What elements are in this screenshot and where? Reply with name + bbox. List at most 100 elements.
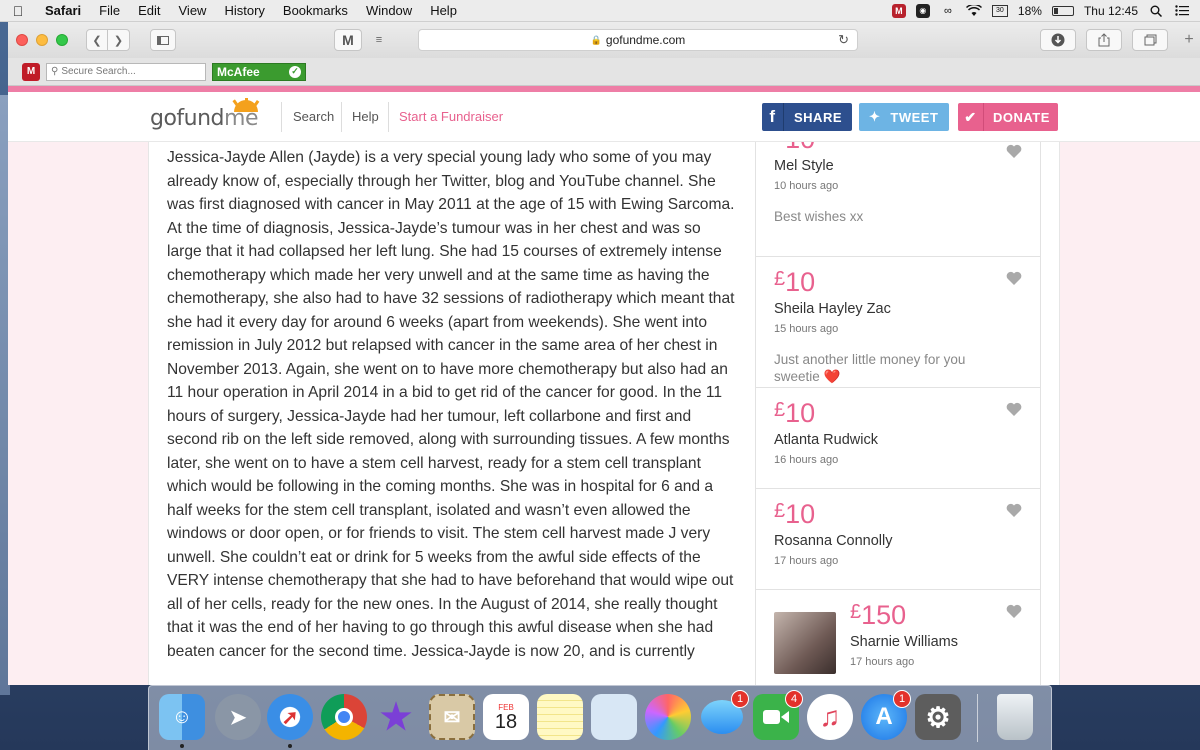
lock-icon: 🔒 bbox=[590, 34, 602, 45]
app-store-badge: 1 bbox=[893, 690, 911, 708]
sidebar-icon bbox=[157, 35, 169, 45]
menu-app-safari[interactable]: Safari bbox=[36, 3, 90, 18]
donor-name: Sheila Hayley Zac bbox=[774, 301, 891, 317]
dock: ☺ ➤ ➚ ★ ✉ FEB 18 1 4 ♫ A 1 ⚙ bbox=[148, 685, 1052, 750]
mcafee-shield-icon[interactable]: M bbox=[22, 62, 40, 81]
heart-icon[interactable] bbox=[1006, 402, 1022, 416]
nav-divider bbox=[281, 102, 282, 132]
battery-icon[interactable] bbox=[1051, 5, 1074, 16]
fullscreen-window-button[interactable] bbox=[56, 34, 68, 46]
share-button[interactable] bbox=[1086, 29, 1122, 51]
browser-toolbar: ❮ ❯ M ≡ 🔒 gofundme.com ↻ + bbox=[8, 22, 1200, 58]
mcafee-menu-icon[interactable]: M bbox=[891, 3, 906, 18]
chrome-icon[interactable] bbox=[321, 694, 367, 740]
reader-icon[interactable]: ≡ bbox=[368, 29, 390, 51]
tabs-overview-button[interactable] bbox=[1132, 29, 1168, 51]
donation-amount: £10 bbox=[774, 398, 816, 428]
dock-separator bbox=[977, 694, 978, 742]
donation-item: £10 Rosanna Connolly 17 hours ago bbox=[756, 489, 1040, 590]
toolbar-right: + bbox=[1040, 29, 1200, 51]
imovie-icon[interactable]: ★ bbox=[373, 694, 419, 740]
clock[interactable]: Thu 12:45 bbox=[1084, 4, 1138, 18]
minimize-window-button[interactable] bbox=[36, 34, 48, 46]
launchpad-icon[interactable]: ➤ bbox=[215, 694, 261, 740]
calendar-menu-icon[interactable]: 30 bbox=[991, 4, 1008, 17]
menu-edit[interactable]: Edit bbox=[129, 3, 169, 18]
tweet-label: TWEET bbox=[890, 109, 939, 125]
notification-center-icon[interactable] bbox=[1174, 4, 1190, 18]
safari-window: ❮ ❯ M ≡ 🔒 gofundme.com ↻ + M ⚲ Secure Se… bbox=[8, 22, 1200, 685]
address-bar[interactable]: 🔒 gofundme.com ↻ bbox=[418, 29, 858, 51]
close-window-button[interactable] bbox=[16, 34, 28, 46]
calendar-icon[interactable]: FEB 18 bbox=[483, 694, 529, 740]
messages-icon[interactable]: 1 bbox=[699, 690, 749, 740]
donation-time: 16 hours ago bbox=[774, 454, 839, 466]
spotlight-icon[interactable] bbox=[1148, 4, 1164, 18]
wifi-icon[interactable] bbox=[965, 4, 982, 18]
safari-icon[interactable]: ➚ bbox=[267, 694, 313, 740]
heart-icon[interactable] bbox=[1006, 604, 1022, 618]
donation-item: £10 Atlanta Rudwick 16 hours ago bbox=[756, 388, 1040, 489]
menu-history[interactable]: History bbox=[215, 3, 273, 18]
sidebar-toggle-button[interactable] bbox=[150, 29, 176, 51]
camera-menu-icon[interactable]: ◉ bbox=[915, 3, 930, 18]
system-preferences-icon[interactable]: ⚙ bbox=[915, 694, 961, 740]
trash-icon[interactable] bbox=[997, 694, 1033, 740]
window-controls bbox=[16, 34, 68, 46]
campaign-content: Jessica-Jayde Allen (Jayde) is a very sp… bbox=[148, 142, 1060, 685]
menu-window[interactable]: Window bbox=[357, 3, 421, 18]
facetime-icon[interactable]: 4 bbox=[753, 690, 803, 740]
nav-divider bbox=[388, 102, 389, 132]
preview-icon[interactable] bbox=[591, 694, 637, 740]
running-indicator bbox=[180, 744, 184, 748]
gofundme-logo[interactable]: gofundme bbox=[150, 106, 258, 131]
heart-icon[interactable] bbox=[1006, 271, 1022, 285]
itunes-icon[interactable]: ♫ bbox=[807, 694, 853, 740]
nav-divider bbox=[341, 102, 342, 132]
menu-view[interactable]: View bbox=[170, 3, 216, 18]
downloads-button[interactable] bbox=[1040, 29, 1076, 51]
donate-button[interactable]: ✔ DONATE bbox=[958, 103, 1058, 131]
finder-icon[interactable]: ☺ bbox=[159, 694, 205, 740]
url-text: gofundme.com bbox=[605, 33, 686, 47]
heart-icon[interactable] bbox=[1006, 144, 1022, 158]
app-store-icon[interactable]: A 1 bbox=[861, 690, 911, 740]
nav-help-link[interactable]: Help bbox=[352, 109, 379, 124]
secure-search-input[interactable]: ⚲ Secure Search... bbox=[46, 62, 206, 81]
favorites-bar: M ⚲ Secure Search... McAfee ✓ bbox=[8, 58, 1200, 86]
donor-avatar bbox=[774, 612, 836, 674]
heart-emoji: ❤️ bbox=[823, 369, 841, 384]
donation-item: £10 Mel Style 10 hours ago Best wishes x… bbox=[756, 142, 1040, 257]
donation-message: Best wishes xx bbox=[774, 209, 864, 224]
facebook-icon: f bbox=[762, 103, 784, 131]
nav-search-link[interactable]: Search bbox=[293, 109, 334, 124]
heart-icon[interactable] bbox=[1006, 503, 1022, 517]
menu-bookmarks[interactable]: Bookmarks bbox=[274, 3, 357, 18]
photos-icon[interactable] bbox=[645, 694, 691, 740]
donation-amount: £10 bbox=[774, 142, 815, 155]
donation-amount: £10 bbox=[774, 499, 816, 529]
running-indicator bbox=[288, 744, 292, 748]
logo-text: gofund bbox=[150, 106, 225, 131]
secure-search-placeholder: Secure Search... bbox=[61, 66, 136, 77]
donation-time: 17 hours ago bbox=[774, 555, 839, 567]
donation-message: Just another little money for you sweeti… bbox=[774, 352, 966, 384]
forward-button[interactable]: ❯ bbox=[108, 29, 130, 51]
mail-icon[interactable]: ✉ bbox=[429, 694, 475, 740]
apple-menu-icon[interactable]:  bbox=[0, 3, 36, 19]
creative-cloud-icon[interactable]: ∞ bbox=[940, 4, 956, 18]
menu-file[interactable]: File bbox=[90, 3, 129, 18]
menu-help[interactable]: Help bbox=[421, 3, 466, 18]
extension-m-button[interactable]: M bbox=[334, 29, 362, 51]
back-button[interactable]: ❮ bbox=[86, 29, 108, 51]
mcafee-site-badge[interactable]: McAfee ✓ bbox=[212, 62, 306, 81]
mcafee-label: McAfee bbox=[217, 64, 260, 79]
new-tab-button[interactable]: + bbox=[1178, 29, 1200, 51]
twitter-bird-icon: ✦ bbox=[869, 109, 881, 124]
reload-icon[interactable]: ↻ bbox=[838, 32, 849, 48]
facebook-share-button[interactable]: f SHARE bbox=[762, 103, 852, 131]
status-area: M ◉ ∞ 30 18% Thu 12:45 bbox=[891, 0, 1200, 22]
notes-icon[interactable] bbox=[537, 694, 583, 740]
tweet-button[interactable]: ✦ TWEET bbox=[859, 103, 949, 131]
nav-start-fundraiser-link[interactable]: Start a Fundraiser bbox=[399, 109, 503, 124]
